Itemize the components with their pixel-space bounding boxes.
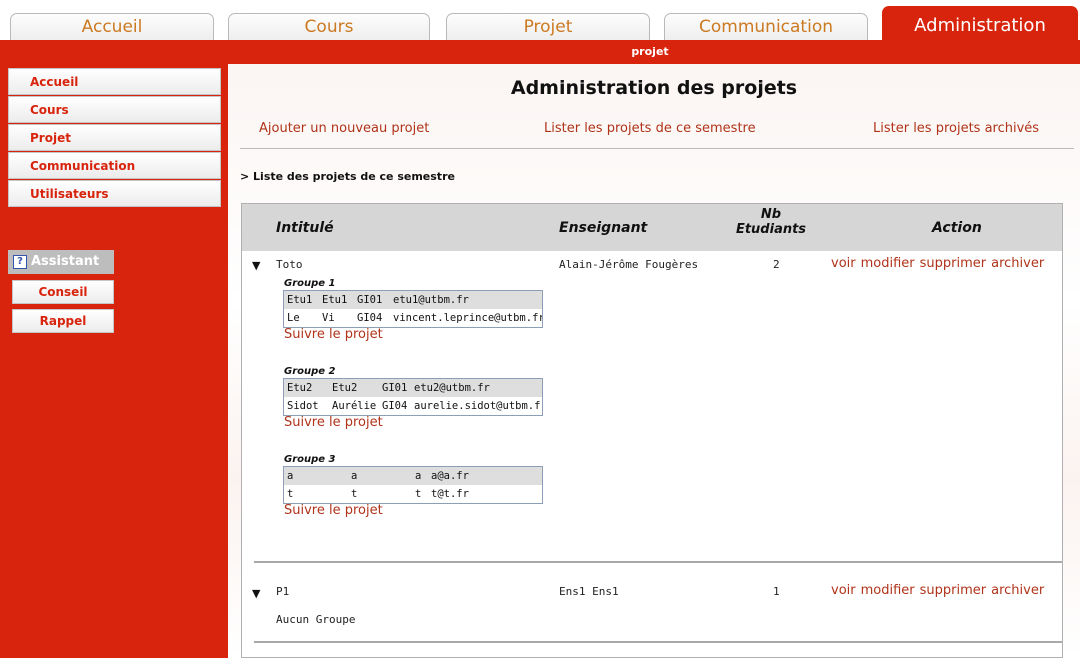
delete-link[interactable]: supprimer xyxy=(920,583,986,598)
group-members-table: a a a a@a.fr t t t t@t.fr xyxy=(283,466,543,504)
tab-cours[interactable]: Cours xyxy=(228,13,430,40)
page-title: Administration des projets xyxy=(510,77,798,99)
no-group-text: Aucun Groupe xyxy=(276,613,356,626)
list-archived-projects-link[interactable]: Lister les projets archivés xyxy=(873,121,1039,136)
follow-project-link[interactable]: Suivre le projet xyxy=(284,503,383,518)
edit-link[interactable]: modifier xyxy=(861,583,915,598)
sidebar: Accueil Cours Projet Communication Utili… xyxy=(0,64,228,658)
column-header-title: Intitulé xyxy=(276,220,334,236)
divider xyxy=(240,148,1074,149)
assistant-label: Assistant xyxy=(31,254,100,269)
project-actions: voir modifier supprimer archiver xyxy=(831,583,1049,598)
column-header-action: Action xyxy=(932,220,982,236)
list-item: a a a a@a.fr xyxy=(284,467,542,485)
sidebar-item-utilisateurs[interactable]: Utilisateurs xyxy=(8,180,221,207)
sidebar-item-accueil[interactable]: Accueil xyxy=(8,68,221,95)
group-title: Groupe 3 xyxy=(284,454,336,465)
sidebar-menu: Accueil Cours Projet Communication Utili… xyxy=(8,68,221,208)
group-members-table: Etu1 Etu1 GI01 etu1@utbm.fr Le Vi GI04 vincent… xyxy=(283,290,543,328)
question-mark-icon: ? xyxy=(13,254,27,269)
column-header-students-line2: Etudiants xyxy=(735,222,807,237)
list-item: Etu2 Etu2 GI01 etu2@utbm.fr xyxy=(284,379,542,397)
project-name: Toto xyxy=(276,258,303,271)
triangle-down-icon[interactable]: ▼ xyxy=(252,259,260,272)
projects-table: Intitulé Enseignant Nb Etudiants Action … xyxy=(241,203,1063,658)
tab-projet[interactable]: Projet xyxy=(446,13,650,40)
add-project-link[interactable]: Ajouter un nouveau projet xyxy=(259,121,429,136)
breadcrumb: > Liste des projets de ce semestre xyxy=(240,170,455,183)
view-link[interactable]: voir xyxy=(831,256,856,271)
main-content: Administration des projets Ajouter un no… xyxy=(228,64,1080,658)
tab-administration[interactable]: Administration xyxy=(882,6,1078,40)
sidebar-item-communication[interactable]: Communication xyxy=(8,152,221,179)
follow-project-link[interactable]: Suivre le projet xyxy=(284,415,383,430)
project-actions: voir modifier supprimer archiver xyxy=(831,256,1049,271)
project-students-count: 1 xyxy=(773,585,780,598)
list-item: Etu1 Etu1 GI01 etu1@utbm.fr xyxy=(284,291,542,309)
row-separator xyxy=(254,561,1062,563)
table-header: Intitulé Enseignant Nb Etudiants Action xyxy=(242,204,1062,251)
column-header-students-line1: Nb xyxy=(760,207,782,222)
group-title: Groupe 1 xyxy=(284,278,336,289)
follow-project-link[interactable]: Suivre le projet xyxy=(284,327,383,342)
project-teacher: Alain-Jérôme Fougères xyxy=(559,258,699,271)
list-item: Sidot Aurélie GI04 aurelie.sidot@utbm.fr xyxy=(287,400,542,412)
list-item: t t t t@t.fr xyxy=(287,488,469,500)
list-current-projects-link[interactable]: Lister les projets de ce semestre xyxy=(544,121,756,136)
archive-link[interactable]: archiver xyxy=(991,256,1044,271)
triangle-down-icon[interactable]: ▼ xyxy=(252,587,260,600)
column-header-teacher: Enseignant xyxy=(559,220,648,236)
view-link[interactable]: voir xyxy=(831,583,856,598)
tab-accueil[interactable]: Accueil xyxy=(10,13,214,40)
conseil-button[interactable]: Conseil xyxy=(12,280,114,304)
delete-link[interactable]: supprimer xyxy=(920,256,986,271)
sidebar-item-cours[interactable]: Cours xyxy=(8,96,221,123)
project-teacher: Ens1 Ens1 xyxy=(559,585,619,598)
group-title: Groupe 2 xyxy=(284,366,336,377)
rappel-button[interactable]: Rappel xyxy=(12,309,114,333)
archive-link[interactable]: archiver xyxy=(991,583,1044,598)
top-tab-bar: Accueil Cours Projet Communication Admin… xyxy=(0,0,1080,40)
column-header-students: Nb Etudiants xyxy=(726,207,816,237)
list-item: Le Vi GI04 vincent.leprince@utbm.fr xyxy=(287,312,542,324)
section-label: projet xyxy=(631,45,669,58)
section-bar: projet xyxy=(0,40,1080,64)
tab-communication[interactable]: Communication xyxy=(664,13,868,40)
row-separator xyxy=(254,641,1062,643)
edit-link[interactable]: modifier xyxy=(861,256,915,271)
sidebar-item-projet[interactable]: Projet xyxy=(8,124,221,151)
group-members-table: Etu2 Etu2 GI01 etu2@utbm.fr Sidot Aurélie GI0… xyxy=(283,378,543,416)
project-students-count: 2 xyxy=(773,258,780,271)
project-name: P1 xyxy=(276,585,290,598)
assistant-header: ? Assistant xyxy=(8,250,114,274)
